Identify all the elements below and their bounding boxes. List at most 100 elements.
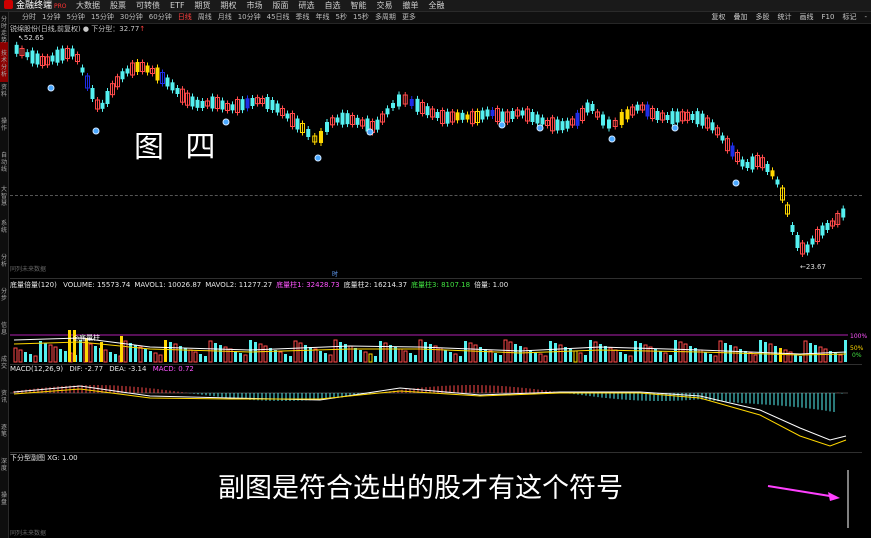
candle-down [720,135,725,141]
candle-down [240,99,245,111]
volume-bar-up [33,355,38,363]
volume-bar-down [379,341,382,362]
volume-bar-down [729,345,732,362]
volume-bar-down [309,347,312,362]
candle-down [700,113,705,126]
volume-bar-up [88,343,93,363]
volume-bar-down [669,355,672,362]
volume-bar-up [418,339,423,363]
volume-bar-down [519,346,522,362]
volume-bar-up [368,353,373,363]
candle-down [480,110,485,120]
candle-down [175,88,180,94]
candle-down [810,238,815,245]
volume-bar-down [589,340,592,362]
candle-down [265,97,270,109]
volume-bar-up [348,345,353,363]
candle-down [455,112,460,121]
volume-bar-down [149,351,152,362]
volume-bar-up [188,349,193,363]
candle-down [195,99,200,108]
volume-bar-up [578,352,583,363]
volume-bar-down [624,354,627,362]
low-price-label: ←23.67 [800,263,826,271]
candle-down [35,53,40,65]
volume-bar-down [389,345,392,362]
volume-bar-up [613,349,618,363]
candle-down [340,112,345,125]
dea-line [13,388,847,447]
candle-down [210,96,215,109]
volume-bar-up [503,339,508,363]
volume-bar-down [109,352,112,362]
volume-bar-down [534,352,537,362]
annotation-arrow-line [767,485,837,498]
volume-bar-up [823,348,828,363]
candle-down [170,82,175,91]
volume-bar-up [48,344,53,363]
volume-bar-up [558,344,563,363]
candle-down [295,118,300,130]
candle-down [285,113,290,119]
volume-bar-up [593,341,598,363]
candle-down [155,67,160,81]
volume-stat-5: 底量柱3: 8107.18 [411,281,471,289]
volume-bar-down [484,349,487,362]
volume-bar-down [494,353,497,362]
volume-bar-down [584,355,587,362]
volume-bar-down [59,349,62,362]
candle-down [50,55,55,62]
volume-bar-up [158,354,163,363]
volume-bar-up [538,353,543,363]
candle-down [105,91,110,104]
bottom-signal-icon [314,154,322,162]
candle-down [585,102,590,113]
dif-line [13,385,847,441]
volume-bar-up [363,351,368,363]
volume-badge: ◎底量柱 [73,333,100,343]
macd-dif: DIF: -2.77 [69,365,104,373]
candle-down [345,113,350,125]
candle-down [275,103,280,113]
volume-bar-up [508,341,513,363]
macd-dea: DEA: -3.14 [109,365,147,373]
volume-panel-title: 底量倍量(120) [10,281,57,289]
high-price-label: ↖52.65 [18,34,44,42]
volume-bar-down [809,343,812,362]
candle-down [220,100,225,110]
candle-down [795,235,800,248]
volume-bar-up [263,345,268,363]
candle-down [555,119,560,131]
volume-bar-up [153,352,158,363]
volume-bar-down [169,342,172,362]
candle-down [355,117,360,125]
volume-bar-down [274,350,277,362]
candle-down [820,225,825,236]
volume-bar-down [409,353,412,362]
volume-bar-down [689,346,692,362]
candle-down [145,65,150,73]
volume-bar-up [683,343,688,363]
volume-bar-up [523,347,528,363]
candle-down [535,114,540,124]
candle-down [60,48,65,61]
volume-stat-2: MAVOL2: 11277.27 [205,281,273,289]
candle-down [560,121,565,131]
volume-bar-down [844,340,847,362]
volume-bar-up [403,350,408,363]
volume-bar-down [214,343,217,362]
candle-down [165,77,170,87]
candle-down [30,50,35,64]
candle-down [425,106,430,116]
volume-bar-up [838,354,843,363]
stock-chart-svg[interactable] [0,0,871,538]
volume-bar-down [619,352,622,362]
candle-down [270,100,275,110]
annotation-arrow-head-icon [828,492,840,501]
volume-bar-down [144,349,147,362]
volume-bar-down [554,343,557,362]
volume-panel-info: 底量倍量(120) VOLUME: 15573.74 MAVOL1: 10026.… [10,280,512,290]
overlay-label-caption: 副图是符合选出的股才有这个符号 [218,473,623,504]
volume-bar-up [313,348,318,363]
volume-bar-down [449,352,452,362]
